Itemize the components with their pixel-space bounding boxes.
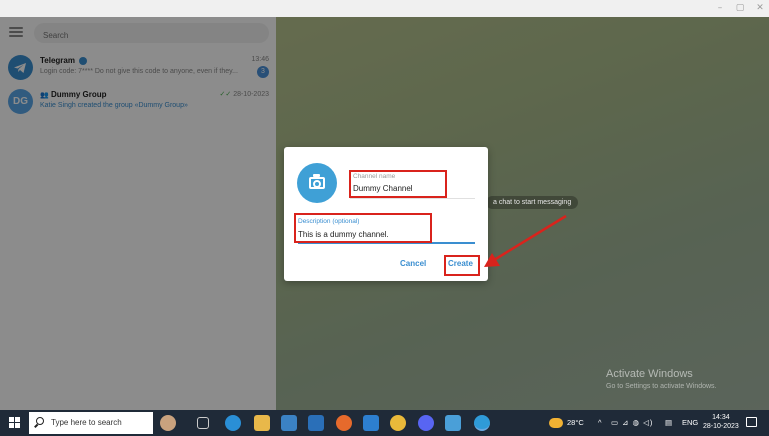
close-button[interactable]: ✕ (753, 2, 767, 14)
taskbar-clock[interactable]: 14:34 28-10-2023 (703, 413, 739, 431)
create-highlight (444, 255, 480, 276)
notification-icon[interactable] (746, 417, 757, 427)
maximize-button[interactable]: ▢ (733, 2, 747, 14)
app-icon[interactable] (445, 415, 461, 431)
channel-name-underline (350, 198, 475, 199)
minimize-button[interactable]: – (713, 2, 727, 14)
vscode-icon[interactable] (363, 415, 379, 431)
clock-date: 28-10-2023 (703, 423, 739, 430)
channel-photo-button[interactable] (297, 163, 337, 203)
activate-windows-subtitle: Go to Settings to activate Windows. (606, 383, 717, 390)
firefox-icon[interactable] (336, 415, 352, 431)
annotation-arrow-icon (484, 214, 567, 267)
weather-icon[interactable] (549, 418, 563, 428)
mail-icon[interactable] (308, 415, 324, 431)
discord-icon[interactable] (418, 415, 434, 431)
windows-taskbar: Type here to search 28°C ^ ▭ ⊿ ◍ ◁) ▤ EN… (0, 410, 769, 436)
cancel-button[interactable]: Cancel (400, 259, 426, 268)
tray-chevron-icon[interactable]: ^ (598, 418, 602, 427)
task-view-icon[interactable] (197, 417, 209, 429)
store-icon[interactable] (281, 415, 297, 431)
window-titlebar: – ▢ ✕ (0, 0, 769, 17)
weather-temp[interactable]: 28°C (567, 418, 584, 427)
telegram-taskbar-icon[interactable] (474, 415, 490, 431)
screen: – ▢ ✕ Telegram 13:46 Login code (0, 0, 769, 436)
activate-windows-title: Activate Windows (606, 368, 693, 380)
taskbar-search[interactable]: Type here to search (29, 412, 153, 434)
cortana-avatar-icon[interactable] (160, 415, 176, 431)
channel-name-highlight (349, 170, 447, 198)
tray-icons[interactable]: ▭ ⊿ ◍ ◁) (611, 418, 653, 427)
file-explorer-icon[interactable] (254, 415, 270, 431)
keyboard-icon[interactable]: ▤ (665, 418, 672, 427)
camera-lens (313, 180, 321, 188)
search-icon (36, 417, 44, 425)
taskbar-search-text: Type here to search (51, 418, 122, 427)
edge-browser-icon[interactable] (225, 415, 241, 431)
chrome-icon[interactable] (390, 415, 406, 431)
chat-hint: a chat to start messaging (486, 196, 579, 209)
description-highlight (294, 213, 432, 243)
windows-start-icon[interactable] (9, 417, 21, 429)
language-indicator[interactable]: ENG (682, 418, 698, 427)
clock-time: 14:34 (712, 414, 730, 421)
